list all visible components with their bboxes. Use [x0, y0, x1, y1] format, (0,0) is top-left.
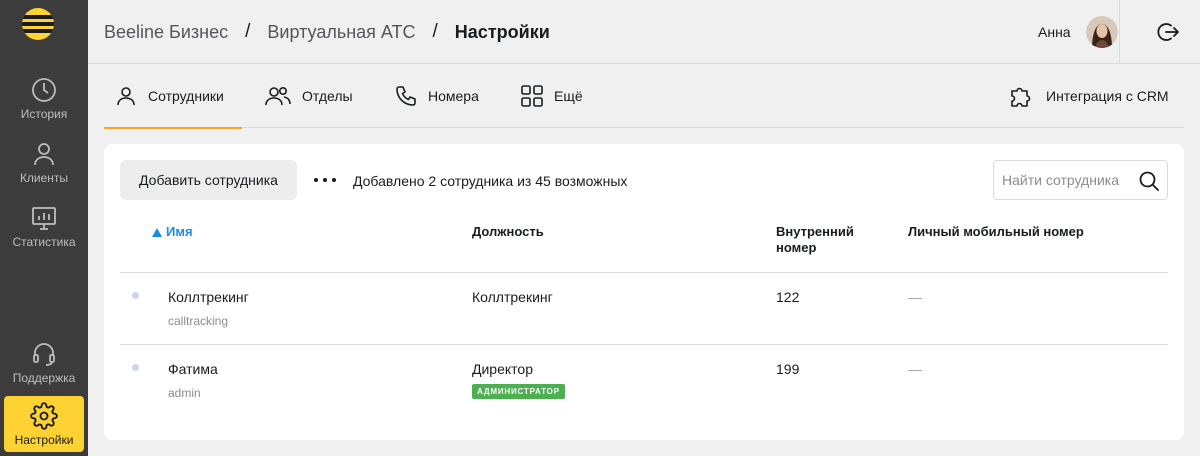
user-name[interactable]: Анна — [1038, 24, 1071, 40]
column-header-extension[interactable]: Внутренний номер — [776, 224, 876, 256]
sort-asc-icon — [152, 227, 162, 237]
clock-icon — [32, 78, 56, 102]
table-divider — [120, 272, 1168, 273]
search-icon[interactable] — [1138, 170, 1160, 192]
tab-departments[interactable]: Отделы — [264, 64, 353, 128]
sidebar-item-label: Поддержка — [12, 371, 76, 385]
breadcrumb-separator: / — [245, 21, 251, 42]
tab-label: Номера — [428, 88, 479, 104]
sidebar-item-history[interactable]: История — [4, 70, 84, 126]
person-icon — [117, 87, 135, 106]
sidebar-item-label: Клиенты — [19, 171, 69, 185]
column-header-label: Имя — [166, 224, 193, 239]
employee-mobile: — — [908, 361, 922, 377]
tab-bar: Сотрудники Отделы Номера Ещё Интеграция … — [104, 64, 1184, 129]
sidebar-item-support[interactable]: Поддержка — [4, 334, 84, 390]
employee-position: Коллтрекинг — [472, 289, 553, 305]
logout-icon[interactable] — [1156, 20, 1180, 44]
column-header-mobile[interactable]: Личный мобильный номер — [908, 224, 1084, 240]
status-dot — [132, 364, 139, 371]
breadcrumb: Beeline Бизнес / Виртуальная АТС / Настр… — [104, 21, 550, 43]
header-divider — [1119, 0, 1120, 64]
employees-card: Добавить сотрудника Добавлено 2 сотрудни… — [104, 144, 1184, 440]
sidebar-item-label: Настройки — [14, 433, 74, 447]
group-icon — [265, 86, 291, 106]
column-header-position[interactable]: Должность — [472, 224, 544, 240]
employee-position: Директор — [472, 361, 533, 377]
headset-icon — [33, 343, 55, 366]
more-options-icon[interactable] — [314, 170, 336, 190]
tab-label: Сотрудники — [148, 88, 224, 104]
sidebar-item-label: История — [20, 107, 68, 121]
person-icon — [34, 143, 54, 166]
sidebar-item-clients[interactable]: Клиенты — [4, 134, 84, 190]
tab-label: Интеграция с CRM — [1046, 88, 1169, 104]
breadcrumb-item[interactable]: Beeline Бизнес — [104, 22, 228, 43]
tab-label: Ещё — [554, 88, 583, 104]
sidebar-item-settings[interactable]: Настройки — [4, 396, 84, 452]
tab-label: Отделы — [302, 88, 353, 104]
employee-extension: 122 — [776, 289, 800, 305]
grid-icon — [521, 85, 543, 107]
chart-monitor-icon — [32, 207, 56, 230]
sidebar-item-label: Статистика — [12, 235, 76, 249]
top-header: Beeline Бизнес / Виртуальная АТС / Настр… — [88, 0, 1200, 64]
beeline-logo[interactable] — [22, 8, 54, 40]
table-divider — [120, 344, 1168, 345]
tab-employees[interactable]: Сотрудники — [104, 64, 242, 129]
tab-crm-integration[interactable]: Интеграция с CRM — [1008, 64, 1169, 128]
avatar[interactable] — [1086, 16, 1118, 48]
employee-login: calltracking — [168, 314, 229, 328]
search-input[interactable] — [994, 161, 1134, 199]
add-employee-button[interactable]: Добавить сотрудника — [120, 160, 297, 200]
breadcrumb-current: Настройки — [454, 21, 550, 42]
employee-name[interactable]: Фатима — [168, 361, 218, 377]
tab-more[interactable]: Ещё — [520, 64, 583, 128]
tab-numbers[interactable]: Номера — [394, 64, 479, 128]
employee-extension: 199 — [776, 361, 800, 377]
phone-icon — [396, 86, 416, 106]
puzzle-icon — [1011, 87, 1031, 107]
breadcrumb-item[interactable]: Виртуальная АТС — [267, 22, 415, 43]
employees-count-text: Добавлено 2 сотрудника из 45 возможных — [353, 173, 628, 189]
admin-badge: АДМИНИСТРАТОР — [472, 384, 565, 399]
employee-name[interactable]: Коллтрекинг — [168, 289, 249, 305]
gear-icon — [30, 402, 58, 430]
employee-login: admin — [168, 386, 201, 400]
employee-mobile: — — [908, 289, 922, 305]
status-dot — [132, 292, 139, 299]
sidebar: История Клиенты Статистика Поддержка Нас… — [0, 0, 88, 456]
breadcrumb-separator: / — [432, 21, 438, 42]
search-box — [993, 160, 1168, 200]
sidebar-item-statistics[interactable]: Статистика — [4, 198, 84, 254]
column-header-name[interactable]: Имя — [152, 224, 193, 240]
